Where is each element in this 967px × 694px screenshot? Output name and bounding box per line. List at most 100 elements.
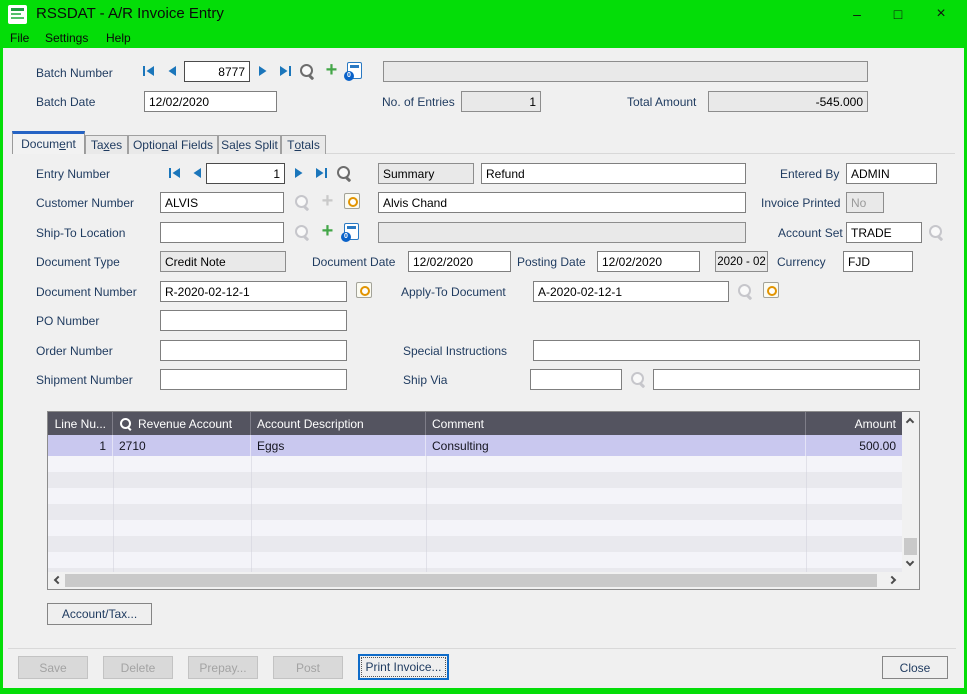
minimize-icon[interactable]: – xyxy=(842,0,872,28)
save-button[interactable]: Save xyxy=(18,656,88,679)
grid-empty-rows[interactable] xyxy=(48,456,902,574)
cell-amount[interactable]: 500.00 xyxy=(806,435,902,456)
ship-via-description-field[interactable] xyxy=(653,369,920,390)
scroll-left-icon[interactable] xyxy=(48,572,65,589)
batch-date-field[interactable]: 12/02/2020 xyxy=(144,91,277,112)
batch-next-button[interactable] xyxy=(254,62,272,80)
batch-new-icon[interactable]: + xyxy=(323,63,340,80)
close-icon[interactable]: × xyxy=(926,0,956,28)
grid-header-revenue-account[interactable]: Revenue Account xyxy=(113,412,251,435)
entered-by-field: ADMIN xyxy=(846,163,937,184)
invoice-printed-field: No xyxy=(846,192,884,213)
apply-to-field[interactable]: A-2020-02-12-1 xyxy=(533,281,729,302)
ship-to-field[interactable] xyxy=(160,222,284,243)
app-window: RSSDAT - A/R Invoice Entry – □ × File Se… xyxy=(0,0,967,694)
customer-new-icon: + xyxy=(319,194,336,211)
entry-number-field[interactable]: 1 xyxy=(206,163,285,184)
document-date-field[interactable]: 12/02/2020 xyxy=(408,251,511,272)
maximize-icon[interactable]: □ xyxy=(883,0,913,28)
post-button[interactable]: Post xyxy=(273,656,343,679)
batch-description-field xyxy=(383,61,868,82)
entries-label: No. of Entries xyxy=(382,95,455,109)
customer-number-label: Customer Number xyxy=(36,196,134,210)
document-number-field[interactable]: R-2020-02-12-1 xyxy=(160,281,347,302)
vscroll-thumb[interactable] xyxy=(904,538,917,556)
menu-help[interactable]: Help xyxy=(102,28,135,48)
window-body: Batch Number 8777 + Batch Date 12/02/202… xyxy=(3,48,964,688)
ship-via-field[interactable] xyxy=(530,369,622,390)
menu-file[interactable]: File xyxy=(6,28,33,48)
close-button[interactable]: Close xyxy=(882,656,948,679)
menu-settings[interactable]: Settings xyxy=(41,28,92,48)
print-invoice-button[interactable]: Print Invoice... xyxy=(358,654,449,680)
grid-header-account-description[interactable]: Account Description xyxy=(251,412,426,435)
entry-next-button[interactable] xyxy=(290,164,308,182)
order-number-field[interactable] xyxy=(160,340,347,361)
document-number-inquiry-icon[interactable] xyxy=(356,282,372,298)
cell-line-number[interactable]: 1 xyxy=(48,435,113,456)
batch-last-button[interactable] xyxy=(276,62,294,80)
year-period-field: 2020 - 02 xyxy=(715,251,768,272)
scroll-down-icon[interactable] xyxy=(902,555,919,572)
tab-optional-fields[interactable]: Optional Fields xyxy=(128,135,218,154)
tab-taxes[interactable]: Taxes xyxy=(85,135,128,154)
order-number-label: Order Number xyxy=(36,344,113,358)
entry-first-button[interactable] xyxy=(166,164,184,182)
entry-number-label: Entry Number xyxy=(36,167,110,181)
grid-header-line-number[interactable]: Line Nu... xyxy=(48,412,113,435)
account-set-finder-icon xyxy=(928,224,945,241)
ship-via-finder-icon xyxy=(630,371,647,388)
batch-prev-button[interactable] xyxy=(163,62,181,80)
cell-account-description[interactable]: Eggs xyxy=(251,435,426,456)
app-icon xyxy=(8,5,27,24)
tab-totals[interactable]: Totals xyxy=(281,135,326,154)
customer-inquiry-icon[interactable] xyxy=(344,193,360,209)
scroll-up-icon[interactable] xyxy=(902,412,919,429)
batch-date-label: Batch Date xyxy=(36,95,95,109)
posting-date-field[interactable]: 12/02/2020 xyxy=(597,251,700,272)
account-set-field[interactable]: TRADE xyxy=(846,222,922,243)
grid-hscrollbar[interactable] xyxy=(48,572,902,589)
grid-header-amount[interactable]: Amount xyxy=(806,412,902,435)
batch-first-button[interactable] xyxy=(140,62,158,80)
entry-finder-icon[interactable] xyxy=(336,165,353,182)
total-amount-field: -545.000 xyxy=(708,91,868,112)
tab-document[interactable]: Document xyxy=(12,131,85,154)
account-set-label: Account Set xyxy=(778,226,843,240)
batch-number-field[interactable]: 8777 xyxy=(184,61,250,82)
shipment-number-field[interactable] xyxy=(160,369,347,390)
cell-comment[interactable]: Consulting xyxy=(426,435,806,456)
scroll-corner xyxy=(902,572,919,589)
customer-number-field[interactable]: ALVIS xyxy=(160,192,284,213)
po-number-label: PO Number xyxy=(36,314,99,328)
apply-to-finder-icon xyxy=(737,283,754,300)
customer-name-field[interactable]: Alvis Chand xyxy=(378,192,746,213)
entry-prev-button[interactable] xyxy=(188,164,206,182)
apply-to-inquiry-icon[interactable] xyxy=(763,282,779,298)
cell-revenue-account[interactable]: 2710 xyxy=(113,435,251,456)
ship-to-zoom-new-icon[interactable] xyxy=(344,223,359,240)
delete-button[interactable]: Delete xyxy=(103,656,173,679)
window-title: RSSDAT - A/R Invoice Entry xyxy=(36,0,224,28)
entry-last-button[interactable] xyxy=(312,164,330,182)
document-type-field: Credit Note xyxy=(160,251,286,272)
grid-vscrollbar[interactable] xyxy=(902,412,919,572)
entry-description-field[interactable]: Refund xyxy=(481,163,746,184)
grid-selected-row[interactable]: 1 2710 Eggs Consulting 500.00 xyxy=(48,435,902,456)
po-number-field[interactable] xyxy=(160,310,347,331)
document-date-label: Document Date xyxy=(312,255,395,269)
batch-zoom-new-icon[interactable] xyxy=(347,62,362,79)
ship-to-finder-icon xyxy=(294,224,311,241)
special-instructions-field[interactable] xyxy=(533,340,920,361)
entered-by-label: Entered By xyxy=(780,167,839,181)
batch-finder-icon[interactable] xyxy=(299,63,316,80)
prepay-button[interactable]: Prepay... xyxy=(188,656,258,679)
account-tax-button[interactable]: Account/Tax... xyxy=(47,603,152,625)
scroll-right-icon[interactable] xyxy=(885,572,902,589)
posting-date-label: Posting Date xyxy=(517,255,586,269)
title-bar: RSSDAT - A/R Invoice Entry – □ × xyxy=(0,0,967,28)
hscroll-thumb[interactable] xyxy=(65,574,877,587)
ship-to-new-icon[interactable]: + xyxy=(319,224,336,241)
grid-header-comment[interactable]: Comment xyxy=(426,412,806,435)
tab-sales-split[interactable]: Sales Split xyxy=(218,135,281,154)
